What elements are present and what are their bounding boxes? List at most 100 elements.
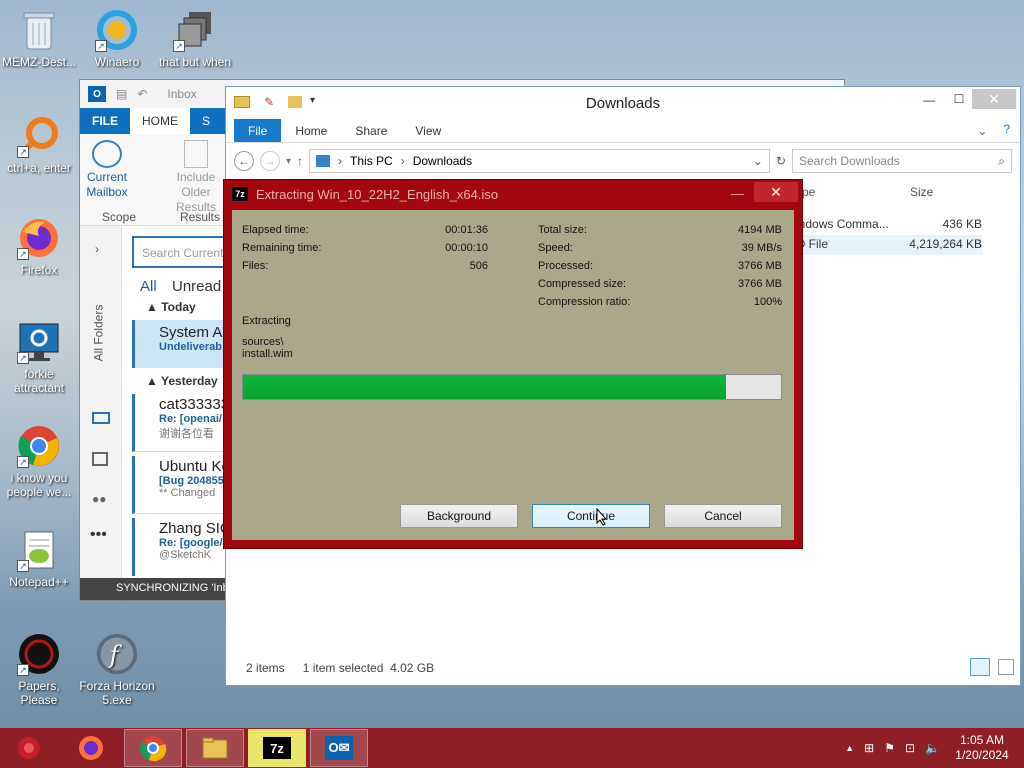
shortcut-arrow-icon: ↗ bbox=[17, 664, 29, 676]
taskbar-file-explorer[interactable] bbox=[186, 729, 244, 767]
explorer-tab-view[interactable]: View bbox=[401, 119, 455, 142]
zip-close-button[interactable]: ✕ bbox=[754, 182, 798, 202]
desktop-icon-papers-please[interactable]: ↗ Papers, Please bbox=[0, 632, 78, 707]
extract-progress-bar bbox=[242, 374, 782, 400]
clock[interactable]: 1:05 AM 1/20/2024 bbox=[950, 733, 1014, 763]
people-icon[interactable]: ●● bbox=[92, 492, 107, 506]
taskbar-outlook[interactable]: O✉ bbox=[310, 729, 368, 767]
outlook-tab-home[interactable]: HOME bbox=[130, 108, 190, 134]
start-button[interactable] bbox=[0, 729, 58, 767]
explorer-address-row: ← → ▾ ↑ › This PC › Downloads ⌄ ↻ Search… bbox=[226, 143, 1020, 179]
minimize-button[interactable]: — bbox=[914, 93, 944, 107]
desktop-icon-firefox[interactable]: ↗ Firefox bbox=[0, 216, 78, 277]
shortcut-arrow-icon: ↗ bbox=[17, 146, 29, 158]
item-count: 2 items bbox=[246, 661, 285, 675]
taskbar-chrome[interactable] bbox=[124, 729, 182, 767]
desktop-icon-memz[interactable]: MEMZ-Dest... bbox=[0, 8, 78, 69]
up-icon[interactable]: ↑ bbox=[297, 154, 303, 168]
desktop-icon-winaero[interactable]: ↗ ↗ Winaero Tweaker bbox=[78, 8, 156, 69]
shortcut-arrow-icon: ↗ bbox=[17, 352, 29, 364]
mail-item[interactable]: cat333333 Re: [openai/ 谢谢各位看 bbox=[132, 394, 232, 452]
network-adapter-icon[interactable]: ⊞ bbox=[864, 741, 874, 755]
firefox-icon bbox=[79, 736, 103, 760]
forward-icon[interactable]: → bbox=[260, 151, 280, 171]
outlook-tab-file[interactable]: FILE bbox=[80, 108, 130, 134]
current-path-line2: install.wim bbox=[242, 348, 293, 360]
mail-search-input[interactable]: Search Current bbox=[132, 236, 232, 268]
desktop-icon-ctrl-a[interactable]: ↗ ctrl+a, enter bbox=[0, 114, 78, 175]
volume-muted-icon[interactable]: 🔈 bbox=[925, 741, 940, 755]
more-icon[interactable]: ••• bbox=[90, 526, 107, 544]
large-icons-view-icon[interactable] bbox=[998, 659, 1014, 675]
breadcrumb-this-pc[interactable]: This PC bbox=[350, 154, 393, 168]
stat-files: Files: 506 bbox=[242, 260, 488, 272]
address-dropdown-icon[interactable]: ⌄ bbox=[753, 154, 763, 168]
magnifier-icon bbox=[92, 140, 122, 168]
search-icon: ⌕ bbox=[998, 153, 1005, 168]
maximize-button[interactable]: ☐ bbox=[946, 92, 972, 106]
desktop-icon-chrome[interactable]: ↗ i know you people we... bbox=[0, 424, 78, 499]
flag-icon[interactable]: ⚑ bbox=[884, 741, 895, 755]
desktop-icon-notepadpp[interactable]: ↗ Notepad++ bbox=[0, 528, 78, 589]
column-header-size[interactable]: Size bbox=[910, 185, 933, 199]
flash-icon: f bbox=[95, 632, 139, 676]
mouse-cursor-icon bbox=[596, 507, 608, 529]
explorer-titlebar: ✎ ▾ Downloads — ☐ ✕ bbox=[226, 87, 1020, 119]
chrome-icon bbox=[140, 736, 167, 762]
7zip-icon: 7z bbox=[263, 737, 291, 759]
shortcut-arrow-icon: ↗ bbox=[173, 40, 185, 52]
explorer-tab-file[interactable]: File bbox=[234, 119, 282, 142]
undo-icon[interactable]: ↶ bbox=[137, 87, 147, 101]
mail-item[interactable]: System Ad Undeliverab bbox=[132, 320, 232, 368]
7zip-icon: 7z bbox=[232, 187, 248, 201]
stat-compression-ratio: Compression ratio: 100% bbox=[538, 296, 782, 308]
filter-unread[interactable]: Unread bbox=[172, 278, 221, 295]
all-folders-label[interactable]: All Folders bbox=[91, 305, 105, 362]
back-icon[interactable]: ← bbox=[234, 151, 254, 171]
mail-item[interactable]: Ubuntu Ke [Bug 204855 ** Changed bbox=[132, 456, 232, 514]
help-icon[interactable]: ? bbox=[993, 119, 1020, 142]
cancel-button[interactable]: Cancel bbox=[664, 504, 782, 528]
file-row[interactable]: indows Comma... 436 KB bbox=[792, 215, 982, 235]
zip-progress-dialog[interactable]: 7z Extracting Win_10_22H2_English_x64.is… bbox=[223, 179, 803, 549]
recycle-bin-icon bbox=[17, 8, 61, 52]
continue-button[interactable]: Continue bbox=[532, 504, 650, 528]
chevron-right-icon[interactable]: › bbox=[95, 242, 99, 256]
mail-item[interactable]: Zhang SIC Re: [google/ @SketchK bbox=[132, 518, 232, 576]
details-view-icon[interactable] bbox=[970, 658, 990, 676]
include-older-button[interactable]: Include Older Results bbox=[164, 140, 228, 215]
outlook-tab-send-receive[interactable]: S bbox=[190, 108, 222, 134]
shortcut-arrow-icon: ↗ bbox=[17, 456, 29, 468]
mail-icon[interactable] bbox=[92, 412, 110, 424]
orange-ring-icon: ↗ bbox=[17, 114, 61, 158]
network-icon[interactable]: ⊡ bbox=[905, 741, 915, 755]
address-bar[interactable]: › This PC › Downloads ⌄ bbox=[309, 149, 770, 173]
stat-processed: Processed: 3766 MB bbox=[538, 260, 782, 272]
save-icon[interactable]: ▤ bbox=[116, 87, 127, 101]
explorer-tab-share[interactable]: Share bbox=[341, 119, 401, 142]
scope-label: Scope bbox=[102, 210, 137, 224]
ribbon-expand-icon[interactable]: ⌄ bbox=[971, 119, 993, 142]
desktop-icon-that-but[interactable]: ↗ that but when it finally bbox=[156, 8, 234, 69]
calendar-icon[interactable] bbox=[92, 452, 108, 466]
breadcrumb-downloads[interactable]: Downloads bbox=[413, 154, 472, 168]
filter-all[interactable]: All bbox=[140, 278, 157, 295]
taskbar-7zip[interactable]: 7z bbox=[248, 729, 306, 767]
explorer-tab-home[interactable]: Home bbox=[281, 119, 341, 142]
current-path-line1: sources\ bbox=[242, 336, 284, 348]
desktop-icon-forza[interactable]: f Forza Horizon 5.exe bbox=[78, 632, 156, 707]
show-hidden-icons-icon[interactable]: ▲ bbox=[845, 743, 854, 753]
desktop-icon-forkie[interactable]: ↗ forkie attractant bbox=[0, 320, 78, 395]
stat-elapsed: Elapsed time: 00:01:36 bbox=[242, 224, 488, 236]
file-row-selected[interactable]: O File 4,219,264 KB bbox=[792, 235, 982, 255]
search-downloads-input[interactable]: Search Downloads ⌕ bbox=[792, 149, 1012, 173]
background-button[interactable]: Background bbox=[400, 504, 518, 528]
zip-titlebar: 7z Extracting Win_10_22H2_English_x64.is… bbox=[224, 180, 802, 208]
outlook-logo-icon: O bbox=[88, 86, 106, 102]
recent-dropdown-icon[interactable]: ▾ bbox=[286, 156, 291, 167]
current-mailbox-button[interactable]: Current Mailbox bbox=[84, 140, 130, 200]
zip-minimize-icon[interactable]: — bbox=[731, 186, 744, 201]
taskbar-firefox[interactable] bbox=[62, 729, 120, 767]
close-button[interactable]: ✕ bbox=[972, 89, 1016, 109]
refresh-icon[interactable]: ↻ bbox=[776, 154, 786, 168]
